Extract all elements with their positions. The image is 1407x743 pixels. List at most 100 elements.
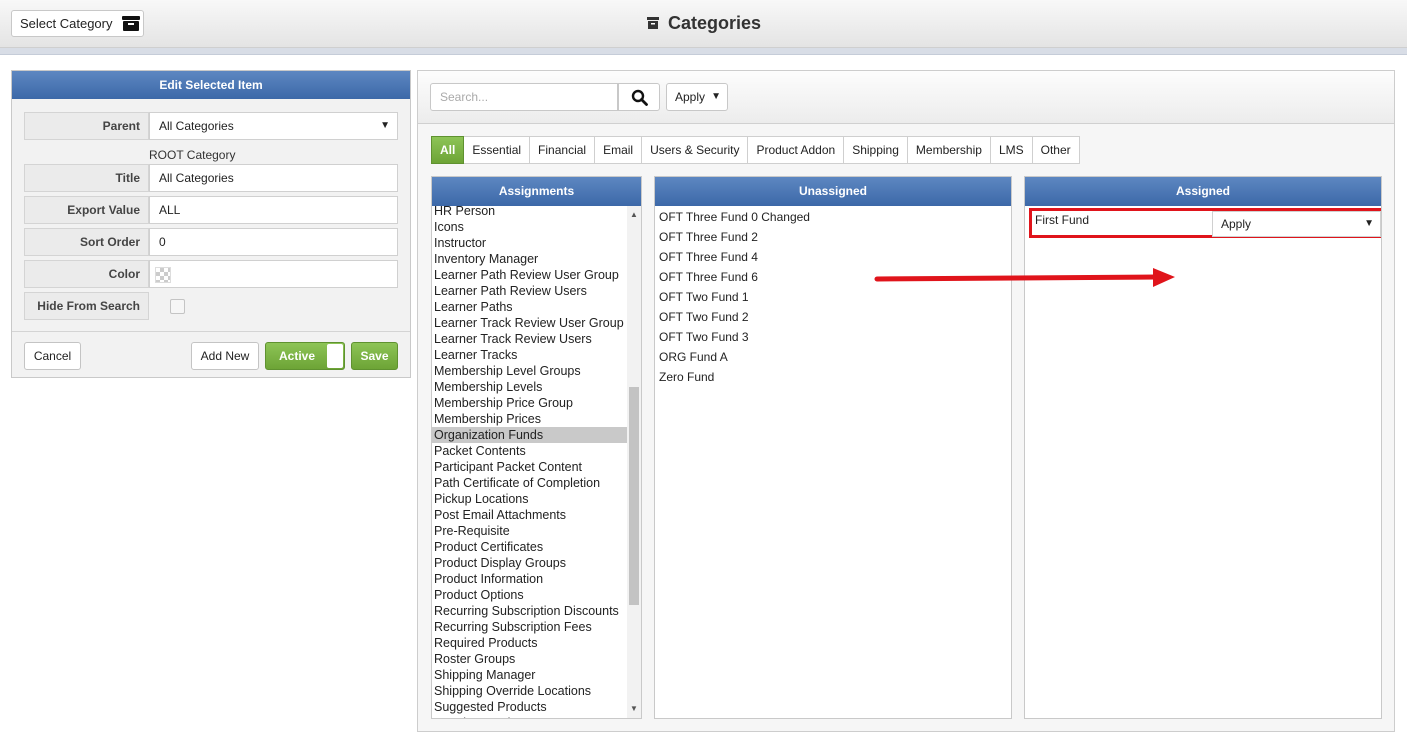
list-item[interactable]: Instructor [432,235,627,251]
list-item[interactable]: Icons [432,219,627,235]
color-row: Color [24,260,398,288]
tab-other[interactable]: Other [1032,136,1080,164]
assigned-apply-label: Apply [1221,217,1252,231]
color-input[interactable] [149,260,398,288]
hide-from-search-label: Hide From Search [24,292,149,320]
list-item[interactable]: Organization Funds [432,427,627,443]
list-item[interactable]: HR Person [432,206,627,219]
list-item[interactable]: OFT Three Fund 0 Changed [655,207,1011,227]
parent-label: Parent [24,112,149,140]
list-item[interactable]: Post Email Attachments [432,507,627,523]
tab-lms[interactable]: LMS [990,136,1033,164]
hide-from-search-row: Hide From Search [24,292,410,320]
list-item[interactable]: Learner Track Review Users [432,331,627,347]
tab-users-security[interactable]: Users & Security [642,136,749,164]
list-item[interactable]: OFT Two Fund 3 [655,327,1011,347]
page-title-text: Categories [667,13,762,33]
archive-icon [646,17,659,29]
assigned-header: Assigned [1025,177,1381,206]
page-title: Categories [0,13,1407,34]
assigned-item: First Fund Apply ▼ [1029,208,1381,238]
list-item[interactable]: Required Products [432,635,627,651]
edit-panel-title: Edit Selected Item [12,71,410,99]
category-tabs: All Essential Financial Email Users & Se… [431,136,1080,164]
tab-financial[interactable]: Financial [530,136,596,164]
list-item[interactable]: Product Certificates [432,539,627,555]
caret-down-icon: ▼ [1364,218,1374,229]
list-item[interactable]: Membership Level Groups [432,363,627,379]
list-item[interactable]: Membership Levels [432,379,627,395]
list-item[interactable]: Shipping Manager [432,667,627,683]
title-input[interactable]: All Categories [149,164,398,192]
search-button[interactable] [618,83,660,111]
list-item[interactable]: Recurring Subscription Fees [432,619,627,635]
assignments-list[interactable]: HR Person Icons Instructor Inventory Manage… [432,206,627,718]
tab-essential[interactable]: Essential [464,136,531,164]
add-new-button[interactable]: Add New [191,342,259,370]
list-item[interactable]: ORG Fund A [655,347,1011,367]
apply-dropdown[interactable]: Apply ▼ [666,83,728,111]
active-toggle-label: Active [279,349,316,363]
list-item[interactable]: OFT Three Fund 2 [655,227,1011,247]
list-item[interactable]: Participant Packet Content [432,459,627,475]
list-item[interactable]: Zero Fund [655,367,1011,387]
list-item[interactable]: Learner Path Review Users [432,283,627,299]
list-item[interactable]: OFT Two Fund 2 [655,307,1011,327]
assignments-scrollbar[interactable]: ▲ ▼ [627,206,641,718]
list-item[interactable]: Product Options [432,587,627,603]
scrollbar-thumb[interactable] [629,387,639,605]
parent-value: All Categories [159,119,234,133]
list-item[interactable]: Recurring Subscription Discounts [432,603,627,619]
active-toggle[interactable]: Active [265,342,345,370]
list-item[interactable]: Membership Price Group [432,395,627,411]
main-toolbar: Search... Apply ▼ [418,71,1394,124]
list-item[interactable]: Learner Tracks [432,347,627,363]
cancel-button[interactable]: Cancel [24,342,81,370]
list-item[interactable]: Packet Contents [432,443,627,459]
scroll-up-icon[interactable]: ▲ [627,208,641,222]
list-item[interactable]: Learner Paths [432,299,627,315]
assigned-apply-dropdown[interactable]: Apply ▼ [1212,211,1381,237]
search-input[interactable]: Search... [430,83,618,111]
tab-shipping[interactable]: Shipping [844,136,908,164]
list-item[interactable]: Path Certificate of Completion [432,475,627,491]
list-item[interactable]: Pickup Locations [432,491,627,507]
unassigned-header: Unassigned [655,177,1011,206]
list-item[interactable]: Supplemental [432,715,627,718]
unassigned-column: Unassigned OFT Three Fund 0 Changed OFT T… [654,176,1012,719]
toggle-knob [327,344,343,368]
header-divider [0,48,1407,55]
parent-row: Parent All Categories ▼ [24,112,398,140]
hide-from-search-checkbox[interactable] [170,299,185,314]
assigned-item-name[interactable]: First Fund [1035,213,1089,227]
annotation-arrow-icon [874,268,1175,287]
tab-product-addon[interactable]: Product Addon [748,136,845,164]
list-item[interactable]: Inventory Manager [432,251,627,267]
save-button[interactable]: Save [351,342,398,370]
tab-membership[interactable]: Membership [907,136,991,164]
assigned-column: Assigned First Fund Apply ▼ [1024,176,1382,719]
list-item[interactable]: Suggested Products [432,699,627,715]
list-item[interactable]: Pre-Requisite [432,523,627,539]
tab-email[interactable]: Email [595,136,643,164]
tab-all[interactable]: All [431,136,465,164]
root-category-label: ROOT Category [149,148,236,162]
list-item[interactable]: Roster Groups [432,651,627,667]
scroll-down-icon[interactable]: ▼ [627,702,641,716]
list-item[interactable]: Membership Prices [432,411,627,427]
sort-order-input[interactable]: 0 [149,228,398,256]
export-value-row: Export Value ALL [24,196,398,224]
list-item[interactable]: Product Display Groups [432,555,627,571]
parent-select[interactable]: All Categories ▼ [149,112,398,140]
color-swatch-icon[interactable] [155,267,171,283]
list-item[interactable]: Learner Path Review User Group [432,267,627,283]
list-item[interactable]: OFT Three Fund 4 [655,247,1011,267]
assignments-column: Assignments HR Person Icons Instructor Inve… [431,176,642,719]
list-item[interactable]: Product Information [432,571,627,587]
export-value-input[interactable]: ALL [149,196,398,224]
list-item[interactable]: Learner Track Review User Group [432,315,627,331]
top-bar: Select Category Categories [0,0,1407,48]
unassigned-list: OFT Three Fund 0 Changed OFT Three Fund 2… [655,206,1011,387]
search-icon [631,89,648,106]
list-item[interactable]: Shipping Override Locations [432,683,627,699]
